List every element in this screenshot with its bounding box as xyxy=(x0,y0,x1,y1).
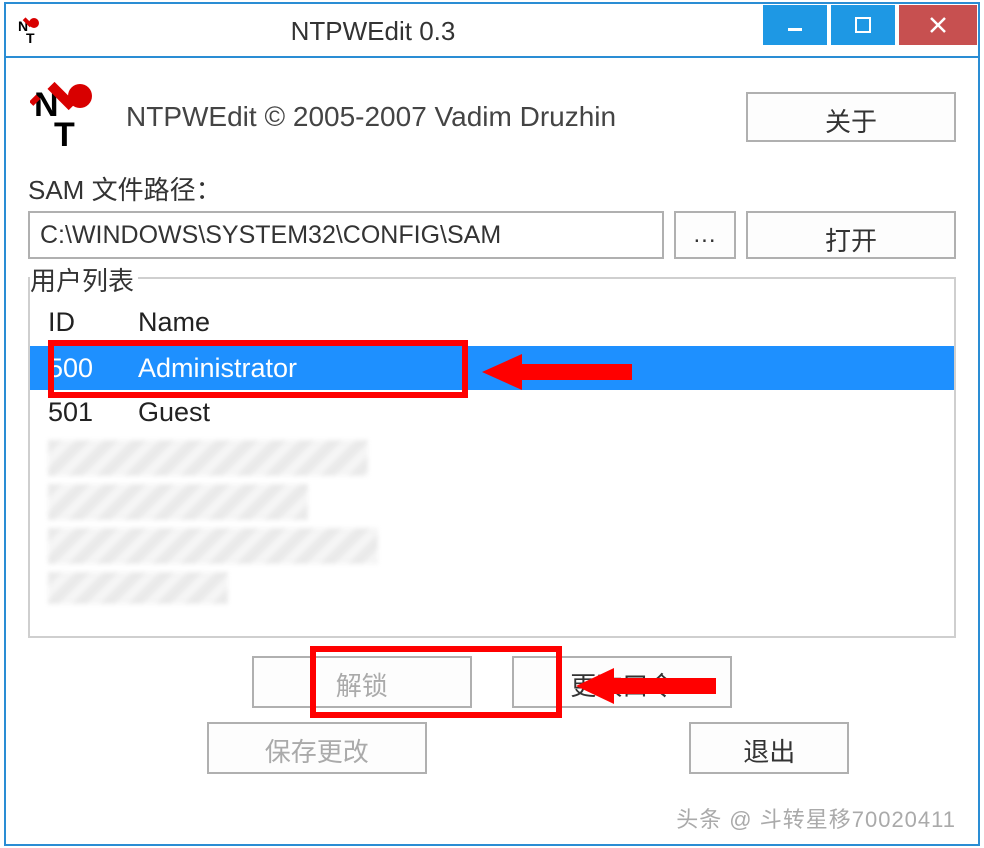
cell-id: 500 xyxy=(48,353,138,384)
save-changes-button[interactable]: 保存更改 xyxy=(207,722,427,774)
open-button[interactable]: 打开 xyxy=(746,211,956,259)
cell-name: Administrator xyxy=(138,353,954,384)
svg-text:T: T xyxy=(26,30,35,45)
app-icon: N T xyxy=(6,4,46,56)
header-id: ID xyxy=(48,307,138,338)
list-body[interactable]: 500 Administrator 501 Guest xyxy=(30,346,954,636)
window-controls xyxy=(760,4,978,46)
about-button[interactable]: 关于 xyxy=(746,92,956,142)
list-row-administrator[interactable]: 500 Administrator xyxy=(30,346,954,390)
app-logo-icon: N T xyxy=(28,78,106,156)
window-title: NTPWEdit 0.3 xyxy=(46,4,760,56)
censored-row xyxy=(48,440,368,476)
cell-name: Guest xyxy=(138,397,954,428)
titlebar: N T NTPWEdit 0.3 xyxy=(6,4,978,58)
sam-path-label: SAM 文件路径： xyxy=(28,170,956,207)
user-list-label: 用户列表 xyxy=(30,261,138,298)
path-row: ... 打开 xyxy=(28,211,956,259)
exit-button[interactable]: 退出 xyxy=(689,722,849,774)
browse-button[interactable]: ... xyxy=(674,211,736,259)
sam-path-input[interactable] xyxy=(28,211,664,259)
about-row: N T NTPWEdit © 2005-2007 Vadim Druzhin 关… xyxy=(28,78,956,156)
maximize-button[interactable] xyxy=(830,4,896,46)
user-list-group: 用户列表 ID Name 500 Administrator 501 Guest xyxy=(28,277,956,638)
copyright-text: NTPWEdit © 2005-2007 Vadim Druzhin xyxy=(126,101,726,133)
unlock-button[interactable]: 解锁 xyxy=(252,656,472,708)
censored-row xyxy=(48,484,308,520)
action-row-1: 解锁 更改口令 xyxy=(28,656,956,708)
watermark-text: 头条 @ 斗转星移70020411 xyxy=(676,802,956,834)
content-area: N T NTPWEdit © 2005-2007 Vadim Druzhin 关… xyxy=(6,58,978,794)
change-password-button[interactable]: 更改口令 xyxy=(512,656,732,708)
action-row-2: 保存更改 退出 xyxy=(28,722,956,774)
close-button[interactable] xyxy=(898,4,978,46)
censored-row xyxy=(48,528,378,564)
censored-row xyxy=(48,572,228,604)
svg-text:T: T xyxy=(54,116,75,154)
list-row-guest[interactable]: 501 Guest xyxy=(30,390,954,434)
app-window: N T NTPWEdit 0.3 N T xyxy=(4,2,980,846)
header-name: Name xyxy=(138,307,954,338)
cell-id: 501 xyxy=(48,397,138,428)
list-header: ID Name xyxy=(30,299,954,346)
minimize-button[interactable] xyxy=(762,4,828,46)
